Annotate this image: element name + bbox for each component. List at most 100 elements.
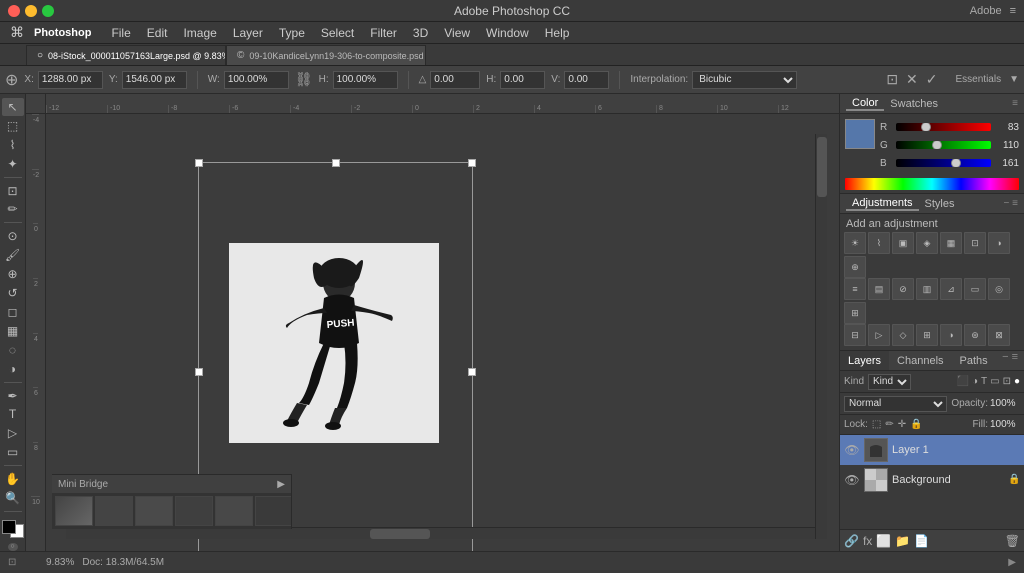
- brightness-adj-icon[interactable]: ☀: [844, 232, 866, 254]
- color-swatches[interactable]: [2, 520, 24, 538]
- mini-bridge-icon[interactable]: ⊡: [8, 557, 38, 568]
- mini-bridge-panel[interactable]: Mini Bridge ▶: [52, 474, 292, 529]
- opacity-value[interactable]: 100%: [990, 398, 1020, 409]
- add-style-icon[interactable]: fx: [863, 534, 872, 548]
- handle-middle-right[interactable]: [468, 368, 476, 376]
- color-tab[interactable]: Color: [846, 97, 884, 111]
- adjustments-tab[interactable]: Adjustments: [846, 197, 919, 211]
- kind-select[interactable]: Kind: [868, 374, 911, 390]
- mini-bridge-thumb-1[interactable]: [55, 496, 93, 526]
- new-group-icon[interactable]: 📁: [895, 534, 910, 548]
- hsl-adj-icon[interactable]: ▦: [940, 232, 962, 254]
- threshold-adj-icon[interactable]: ⊿: [940, 278, 962, 300]
- cancel-transform-icon[interactable]: ✕: [906, 71, 918, 88]
- filter-text-icon[interactable]: T: [981, 376, 987, 387]
- handle-top-right[interactable]: [468, 159, 476, 167]
- tab-document-1[interactable]: ○ 08-iStock_000011057163Large.psd @ 9.83…: [26, 45, 226, 65]
- colorbalance-adj-icon[interactable]: ⊡: [964, 232, 986, 254]
- link-layers-icon[interactable]: 🔗: [844, 534, 859, 548]
- layers-tab[interactable]: Layers: [840, 351, 889, 370]
- mini-bridge-thumb-4[interactable]: [175, 496, 213, 526]
- magic-wand-tool[interactable]: ✦: [2, 155, 24, 173]
- hskew-input[interactable]: [500, 71, 545, 89]
- interpolation-select[interactable]: Bicubic Bilinear Nearest Neighbor: [692, 71, 797, 89]
- y-input[interactable]: [122, 71, 187, 89]
- red-slider[interactable]: [896, 123, 991, 131]
- menu-layer[interactable]: Layer: [225, 22, 271, 43]
- status-arrow[interactable]: ▶: [1008, 557, 1016, 568]
- vertical-scrollbar[interactable]: [815, 134, 827, 539]
- w-input[interactable]: [224, 71, 289, 89]
- menu-image[interactable]: Image: [175, 22, 224, 43]
- foreground-color[interactable]: [2, 520, 16, 534]
- rotation-input[interactable]: [430, 71, 480, 89]
- mini-bridge-thumb-6[interactable]: [255, 496, 291, 526]
- add-mask-icon[interactable]: ⬜: [876, 534, 891, 548]
- colorlookup-adj-icon[interactable]: ▤: [868, 278, 890, 300]
- lock-position-icon[interactable]: ✛: [898, 419, 906, 430]
- paths-tab[interactable]: Paths: [952, 351, 996, 370]
- h-input[interactable]: [333, 71, 398, 89]
- invert-adj-icon[interactable]: ⊘: [892, 278, 914, 300]
- red-thumb[interactable]: [921, 123, 931, 131]
- lasso-tool[interactable]: ⌇: [2, 136, 24, 154]
- handle-top-left[interactable]: [195, 159, 203, 167]
- adj-extra-5[interactable]: ◑: [940, 324, 962, 346]
- menu-file[interactable]: File: [103, 22, 138, 43]
- color-spectrum[interactable]: [845, 178, 1019, 190]
- eyedropper-tool[interactable]: ✏: [2, 201, 24, 219]
- maximize-button[interactable]: [42, 5, 54, 17]
- styles-tab[interactable]: Styles: [919, 198, 961, 210]
- blackwhite-adj-icon[interactable]: ◑: [988, 232, 1010, 254]
- selective-color-adj-icon[interactable]: ◎: [988, 278, 1010, 300]
- zoom-tool[interactable]: 🔍: [2, 489, 24, 507]
- gradient-tool[interactable]: ▦: [2, 322, 24, 340]
- channels-tab[interactable]: Channels: [889, 351, 951, 370]
- move-tool[interactable]: ↖: [2, 98, 24, 116]
- warp-icon[interactable]: ⊡: [886, 71, 898, 88]
- vskew-input[interactable]: [564, 71, 609, 89]
- blur-tool[interactable]: ◌: [2, 341, 24, 359]
- color-panel-options[interactable]: ≡: [1012, 98, 1018, 109]
- lock-all-icon[interactable]: 🔒: [910, 419, 922, 430]
- adj-extra-7[interactable]: ⊠: [988, 324, 1010, 346]
- blend-mode-select[interactable]: Normal Multiply Screen: [844, 396, 947, 412]
- delete-layer-icon[interactable]: 🗑: [1005, 534, 1020, 548]
- filter-pixel-icon[interactable]: ⬛: [957, 376, 969, 387]
- crop-tool[interactable]: ⊡: [2, 182, 24, 200]
- handle-top-center[interactable]: [332, 159, 340, 167]
- menu-help[interactable]: Help: [537, 22, 578, 43]
- adj-panel-options[interactable]: − ≡: [1004, 198, 1018, 209]
- layers-panel-options[interactable]: − ≡: [1002, 351, 1024, 370]
- workspace-arrow[interactable]: ▼: [1009, 74, 1019, 85]
- green-slider[interactable]: [896, 141, 991, 149]
- close-button[interactable]: [8, 5, 20, 17]
- handle-middle-left[interactable]: [195, 368, 203, 376]
- layer-item-1[interactable]: 👁 Layer 1: [840, 435, 1024, 465]
- photofilter-adj-icon[interactable]: ⊕: [844, 256, 866, 278]
- menu-icon[interactable]: ≡: [1010, 5, 1016, 17]
- mini-bridge-thumb-3[interactable]: [135, 496, 173, 526]
- clone-tool[interactable]: ⊕: [2, 265, 24, 283]
- fill-value[interactable]: 100%: [990, 419, 1020, 430]
- text-tool[interactable]: T: [2, 406, 24, 424]
- x-input[interactable]: [38, 71, 103, 89]
- lock-transparent-icon[interactable]: ⬚: [872, 419, 881, 430]
- menu-edit[interactable]: Edit: [139, 22, 176, 43]
- mini-bridge-thumb-2[interactable]: [95, 496, 133, 526]
- mini-bridge-thumb-5[interactable]: [215, 496, 253, 526]
- curves-adj-icon[interactable]: ⌇: [868, 232, 890, 254]
- lock-pixels-icon[interactable]: ✏: [885, 419, 893, 430]
- quick-mask-icon[interactable]: ○: [8, 543, 18, 551]
- hand-tool[interactable]: ✋: [2, 470, 24, 488]
- filter-shape-icon[interactable]: ▭: [990, 376, 999, 387]
- path-select-tool[interactable]: ▷: [2, 424, 24, 442]
- essentials-label[interactable]: Essentials: [956, 74, 1002, 85]
- filter-adj-icon[interactable]: ◑: [972, 376, 978, 387]
- gradient-map-adj-icon[interactable]: ▭: [964, 278, 986, 300]
- layer-visibility-1[interactable]: 👁: [844, 442, 860, 458]
- pen-tool[interactable]: ✒: [2, 387, 24, 405]
- levels-adj-icon[interactable]: ⊞: [844, 302, 866, 324]
- brush-tool[interactable]: 🖌: [2, 246, 24, 264]
- canvas-area[interactable]: -12 -10 -8 -6 -4 -2 0 2 4 6 8 10 12 -4: [26, 94, 839, 551]
